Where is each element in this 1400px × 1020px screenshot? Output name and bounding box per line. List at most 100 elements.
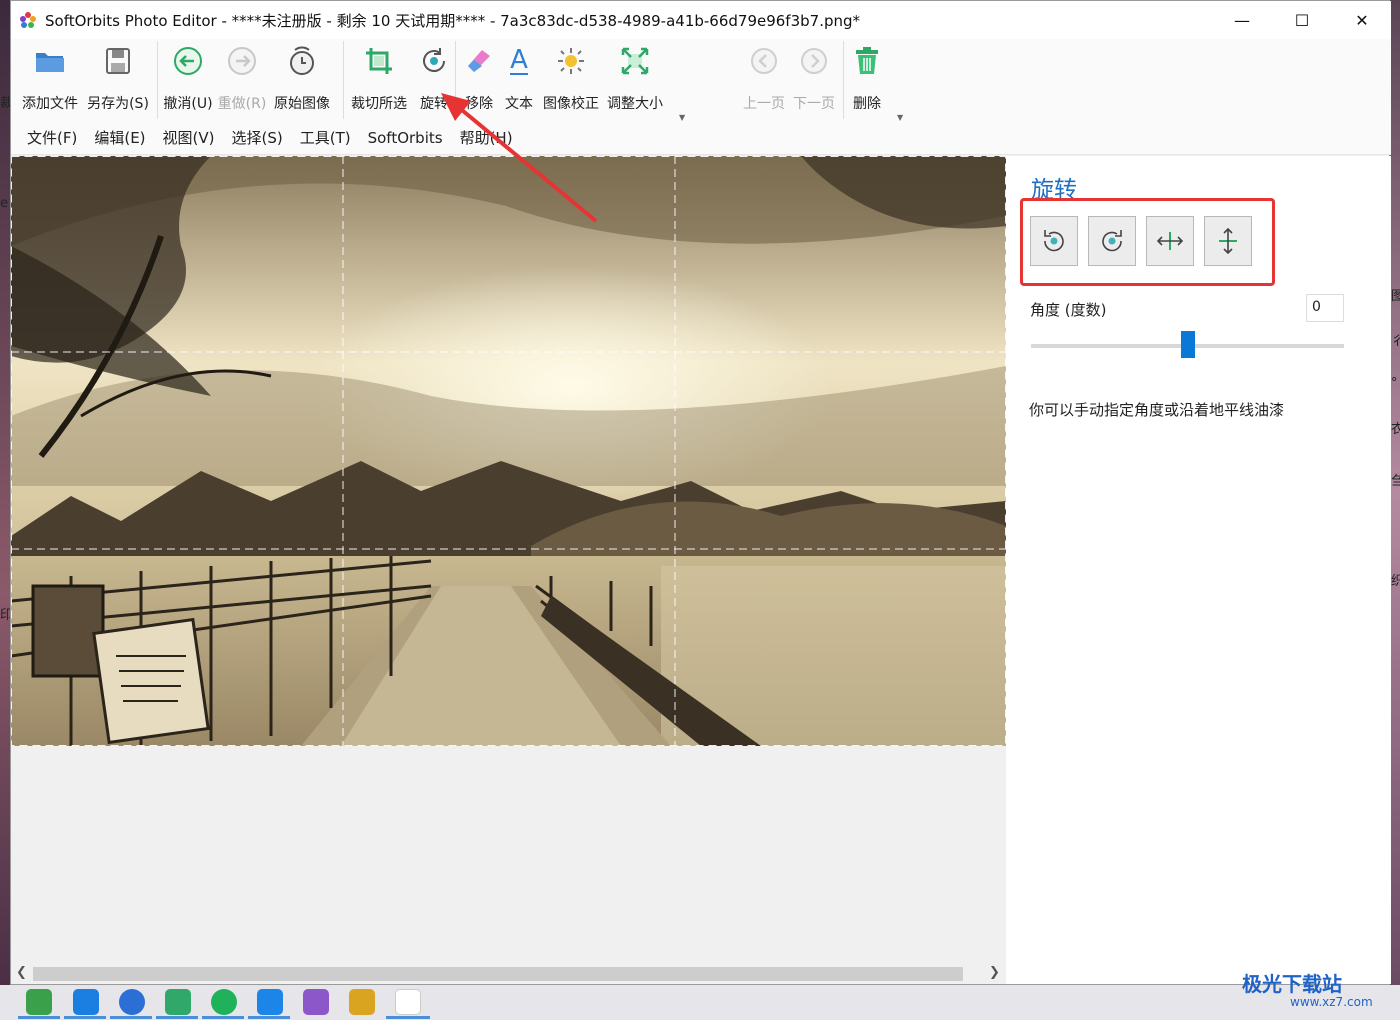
rotate-right-button[interactable] [1088, 216, 1136, 266]
chevron-right-circle-icon [796, 43, 832, 79]
taskbar-app-icon[interactable] [349, 989, 375, 1015]
crop-selection-button[interactable]: 裁切所选 [345, 39, 413, 121]
taskbar-app-icon[interactable] [73, 989, 99, 1015]
crop-selection-label: 裁切所选 [351, 96, 407, 112]
window-title: SoftOrbits Photo Editor - ****未注册版 - 剩余 … [45, 11, 861, 30]
desktop-right-edge [1390, 0, 1400, 985]
angle-input[interactable]: 0 [1306, 294, 1344, 322]
minimize-button[interactable]: — [1213, 1, 1271, 39]
toolbar-group-delete: 删除 [847, 39, 887, 121]
menu-view[interactable]: 视图(V) [163, 127, 215, 148]
taskbar-app-icon[interactable] [395, 989, 421, 1015]
menu-tools[interactable]: 工具(T) [300, 127, 351, 148]
text-a-icon: A [501, 43, 537, 79]
flip-vertical-button[interactable] [1204, 216, 1252, 266]
taskbar-active-indicator [386, 1016, 430, 1019]
taskbar-app-icon[interactable] [211, 989, 237, 1015]
chevron-left-circle-icon [746, 43, 782, 79]
menu-file[interactable]: 文件(F) [27, 127, 77, 148]
title-bar: SoftOrbits Photo Editor - ****未注册版 - 剩余 … [11, 1, 1391, 39]
desktop-text: 彳 [1391, 334, 1400, 349]
taskbar-app-icon[interactable] [303, 989, 329, 1015]
menu-select[interactable]: 选择(S) [232, 127, 283, 148]
eraser-icon [461, 43, 497, 79]
resize-label: 调整大小 [607, 96, 663, 112]
photo-image[interactable] [11, 156, 1006, 746]
taskbar-app-icon[interactable] [26, 989, 52, 1015]
taskbar-active-indicator [248, 1016, 290, 1019]
resize-button[interactable]: 调整大小 [603, 39, 667, 121]
add-file-label: 添加文件 [22, 96, 78, 112]
redo-label: 重做(R) [217, 96, 267, 112]
desktop-left-edge [0, 0, 10, 985]
toolbar: 添加文件 另存为(S) 撤消(U) 重做(R) 原始图像 裁切所选 旋转 移除 … [11, 39, 1391, 122]
desktop-text: 图 [1391, 289, 1400, 304]
crop-icon [361, 43, 397, 79]
redo-button[interactable]: 重做(R) [215, 39, 269, 121]
toolbar-group-navigation: 上一页 下一页 [739, 39, 839, 121]
taskbar [0, 985, 1400, 1020]
rotate-panel: 旋转 角度 (度数) 0 你可以手动指定角度或沿着地平线油漆 [1006, 156, 1391, 984]
app-window: SoftOrbits Photo Editor - ****未注册版 - 剩余 … [10, 0, 1391, 985]
desktop-text: 衣 [1391, 422, 1400, 437]
desktop-text: 刍 [1391, 474, 1400, 489]
resize-arrows-icon [617, 43, 653, 79]
flip-vertical-icon [1219, 227, 1237, 255]
folder-icon [32, 43, 68, 79]
close-button[interactable]: ✕ [1333, 1, 1391, 39]
menu-bar: 文件(F) 编辑(E) 视图(V) 选择(S) 工具(T) SoftOrbits… [11, 121, 1391, 155]
image-canvas[interactable] [11, 156, 1006, 964]
toolbar-group-history: 撤消(U) 重做(R) 原始图像 [161, 39, 335, 121]
menu-edit[interactable]: 编辑(E) [94, 127, 145, 148]
undo-button[interactable]: 撤消(U) [161, 39, 215, 121]
previous-page-label: 上一页 [743, 96, 785, 112]
taskbar-app-icon[interactable] [165, 989, 191, 1015]
add-file-button[interactable]: 添加文件 [17, 39, 83, 121]
rotate-left-icon [1044, 230, 1064, 252]
next-page-label: 下一页 [793, 96, 835, 112]
toolbar-divider [157, 41, 158, 119]
save-as-button[interactable]: 另存为(S) [83, 39, 153, 121]
app-logo-icon [19, 11, 37, 29]
taskbar-app-icon[interactable] [119, 989, 145, 1015]
sepia-lake-photo [11, 156, 1006, 746]
undo-label: 撤消(U) [163, 96, 213, 112]
toolbar-divider [843, 41, 844, 119]
taskbar-app-icon[interactable] [257, 989, 283, 1015]
arrow-left-circle-icon [170, 43, 206, 79]
original-image-label: 原始图像 [274, 96, 330, 112]
maximize-button[interactable]: ☐ [1273, 1, 1331, 39]
taskbar-active-indicator [64, 1016, 106, 1019]
rotate-icon [416, 43, 452, 79]
toolbar-divider [343, 41, 344, 119]
flip-horizontal-button[interactable] [1146, 216, 1194, 266]
previous-page-button[interactable]: 上一页 [739, 39, 789, 121]
angle-slider-thumb[interactable] [1180, 331, 1195, 358]
save-as-label: 另存为(S) [87, 96, 149, 112]
floppy-disk-icon [100, 43, 136, 79]
restore-clock-icon [284, 43, 320, 79]
rotate-hint-text: 你可以手动指定角度或沿着地平线油漆 [1029, 401, 1285, 419]
taskbar-active-indicator [202, 1016, 244, 1019]
original-image-button[interactable]: 原始图像 [269, 39, 335, 121]
taskbar-active-indicator [110, 1016, 152, 1019]
desktop-text: ° [1391, 376, 1398, 391]
watermark-url: www.xz7.com [1290, 995, 1373, 1009]
scroll-right-icon[interactable]: ❯ [989, 965, 1000, 980]
delete-button[interactable]: 删除 [847, 39, 887, 121]
trash-icon [849, 43, 885, 79]
annotation-arrow [441, 93, 598, 223]
angle-label: 角度 (度数) [1030, 301, 1107, 319]
taskbar-active-indicator [156, 1016, 198, 1019]
sun-icon [553, 43, 589, 79]
scroll-left-icon[interactable]: ❮ [16, 965, 27, 980]
arrow-right-circle-icon [224, 43, 260, 79]
delete-label: 删除 [853, 96, 881, 112]
horizontal-scrollbar[interactable]: ❮ ❯ [11, 964, 1006, 984]
taskbar-active-indicator [18, 1016, 60, 1019]
toolbar-group-file: 添加文件 另存为(S) [17, 39, 153, 121]
rotate-left-button[interactable] [1030, 216, 1078, 266]
scrollbar-thumb[interactable] [33, 967, 963, 981]
next-page-button[interactable]: 下一页 [789, 39, 839, 121]
desktop-text: 织 [1391, 574, 1400, 589]
